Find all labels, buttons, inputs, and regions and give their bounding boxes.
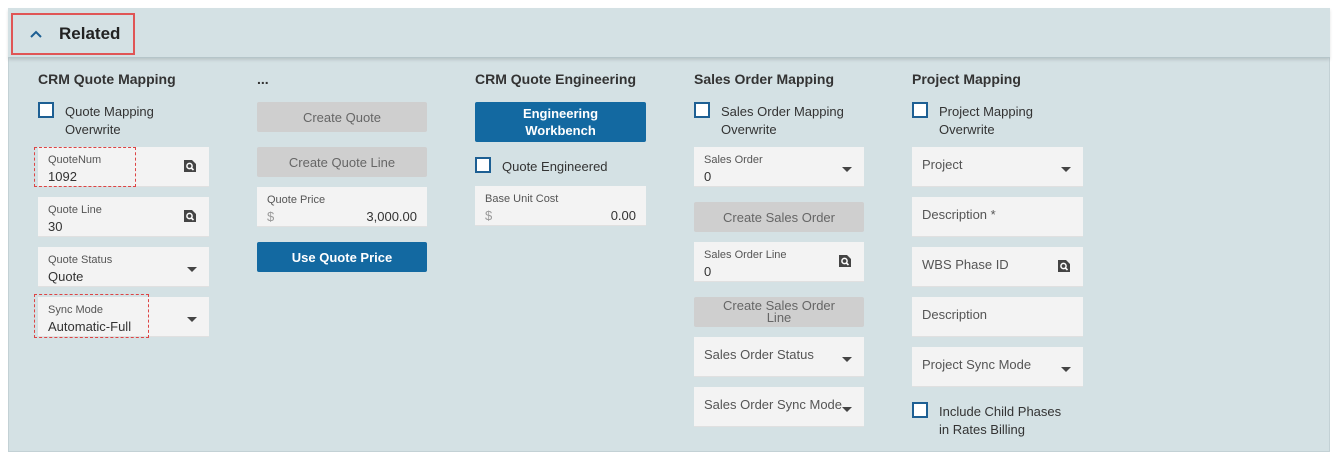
base-unit-cost-label: Base Unit Cost [485, 193, 559, 205]
description-label: Description [922, 307, 988, 322]
quote-line-value: 30 [48, 219, 63, 234]
quote-engineered-checkbox[interactable] [475, 157, 491, 173]
sync-mode-select[interactable]: Sync Mode Automatic-Full [38, 297, 209, 337]
create-quote-button[interactable]: Create Quote [257, 102, 427, 132]
sales-order-value: 0 [704, 169, 712, 184]
quote-price-field[interactable]: Quote Price $ 3,000.00 [257, 187, 427, 227]
project-select[interactable]: Project [912, 147, 1083, 187]
create-sales-order-line-label-2: Line [766, 310, 792, 325]
engineering-workbench-label-2: Workbench [525, 123, 596, 138]
engineering-workbench-button[interactable]: Engineering Workbench [475, 102, 646, 142]
quote-mapping-overwrite-checkbox[interactable] [38, 102, 54, 118]
caret-down-icon [1061, 167, 1071, 172]
project-mapping-title: Project Mapping [912, 71, 1021, 87]
caret-down-icon [187, 267, 197, 272]
crm-quote-engineering-title: CRM Quote Engineering [475, 71, 636, 87]
quote-line-field[interactable]: Quote Line 30 [38, 197, 209, 237]
sales-order-line-value: 0 [704, 264, 712, 279]
project-sync-mode-select[interactable]: Project Sync Mode [912, 347, 1083, 387]
sales-order-line-field[interactable]: Sales Order Line 0 [694, 242, 864, 282]
caret-down-icon [1061, 367, 1071, 372]
sales-order-sync-mode-label: Sales Order Sync Mode [704, 397, 843, 412]
project-mapping-overwrite-checkbox[interactable] [912, 102, 928, 118]
sales-order-mapping-title: Sales Order Mapping [694, 71, 835, 87]
project-sync-mode-label: Project Sync Mode [922, 357, 1032, 372]
related-header [8, 8, 1330, 58]
caret-down-icon [187, 317, 197, 322]
quotenum-value: 1092 [48, 169, 77, 184]
crm-quote-mapping-title: CRM Quote Mapping [38, 71, 176, 87]
magnifier-icon[interactable] [183, 209, 197, 223]
section-title: Related [59, 24, 121, 43]
quote-actions-title: ... [257, 71, 269, 87]
quote-engineered-label: Quote Engineered [502, 159, 608, 174]
project-mapping-overwrite-label: Project Mapping Overwrite [939, 104, 1033, 137]
use-quote-price-button[interactable]: Use Quote Price [257, 242, 427, 272]
base-unit-cost-field[interactable]: Base Unit Cost $ 0.00 [475, 186, 646, 226]
sync-mode-value: Automatic-Full [48, 319, 132, 334]
create-sales-order-line-button[interactable]: Create Sales Order Line [694, 297, 864, 327]
quote-status-select[interactable]: Quote Status Quote [38, 247, 209, 287]
base-unit-cost-value: 0.00 [610, 208, 636, 223]
caret-down-icon [842, 357, 852, 362]
quotenum-label: QuoteNum [48, 154, 102, 166]
wbs-phase-id-field[interactable]: WBS Phase ID [912, 247, 1083, 287]
quote-price-value: 3,000.00 [366, 209, 417, 224]
description-required-label: Description * [922, 207, 996, 222]
currency-symbol: $ [267, 209, 275, 224]
currency-symbol: $ [485, 208, 493, 223]
quote-price-label: Quote Price [267, 194, 326, 206]
project-label: Project [922, 157, 963, 172]
engineering-workbench-label-1: Engineering [522, 106, 599, 121]
caret-down-icon [842, 407, 852, 412]
sales-order-mapping-overwrite-checkbox[interactable] [694, 102, 710, 118]
sales-order-mapping-overwrite-label: Sales Order Mapping Overwrite [721, 104, 844, 137]
sales-order-select[interactable]: Sales Order 0 [694, 147, 864, 187]
sales-order-status-label: Sales Order Status [704, 347, 814, 362]
magnifier-icon[interactable] [183, 159, 197, 173]
magnifier-icon[interactable] [1057, 259, 1071, 273]
create-sales-order-button[interactable]: Create Sales Order [694, 202, 864, 232]
wbs-phase-id-label: WBS Phase ID [922, 257, 1009, 272]
sales-order-label: Sales Order [704, 154, 763, 166]
sales-order-sync-mode-select[interactable]: Sales Order Sync Mode [694, 387, 864, 427]
sales-order-line-label: Sales Order Line [704, 249, 787, 261]
quotenum-field[interactable]: QuoteNum 1092 [38, 147, 209, 187]
sales-order-status-select[interactable]: Sales Order Status [694, 337, 864, 377]
create-quote-line-button[interactable]: Create Quote Line [257, 147, 427, 177]
description-required-field[interactable]: Description * [912, 197, 1083, 237]
quote-mapping-overwrite-label: Quote Mapping Overwrite [65, 104, 154, 137]
include-child-phases-checkbox[interactable] [912, 402, 928, 418]
magnifier-icon[interactable] [838, 254, 852, 268]
sync-mode-label: Sync Mode [48, 304, 104, 316]
include-child-phases-label: Include Child Phases in Rates Billing [939, 404, 1062, 437]
quote-line-label: Quote Line [48, 204, 102, 216]
description-field[interactable]: Description [912, 297, 1083, 337]
caret-down-icon [842, 167, 852, 172]
quote-status-value: Quote [48, 269, 84, 284]
quote-status-label: Quote Status [48, 254, 113, 266]
chevron-up-icon [23, 21, 49, 47]
related-toggle[interactable]: Related [11, 13, 135, 55]
